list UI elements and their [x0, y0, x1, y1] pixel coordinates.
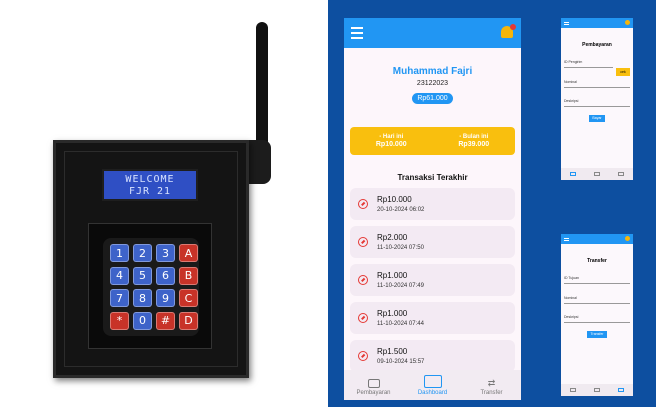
history-amount: Rp1.000	[377, 271, 408, 280]
history-date: 09-10-2024 15:57	[377, 359, 425, 365]
history-date: 11-10-2024 07:50	[377, 245, 424, 251]
mini-app-bar	[561, 18, 633, 28]
key-4[interactable]: 4	[110, 266, 129, 285]
dashboard-screen: Muhammad Fajri 23122023 Rp61.000 - Hari …	[344, 18, 521, 400]
stat-today-value: Rp10.000	[375, 141, 407, 148]
card-icon[interactable]	[570, 388, 576, 392]
history-amount: Rp10.000	[377, 195, 412, 204]
user-name: Muhammad Fajri	[392, 66, 473, 77]
outgoing-icon	[358, 199, 368, 209]
key-7[interactable]: 7	[110, 289, 129, 307]
pembayaran-screen: Pembayaran cek ID Pengirim Nominal Deskr…	[561, 18, 633, 180]
bottom-nav: Pembayaran Dashboard ⇄ Transfer	[344, 370, 521, 400]
key-0[interactable]: 0	[133, 311, 152, 330]
transfer-button[interactable]: Transfer	[587, 330, 607, 338]
history-date: 20-10-2024 06:02	[377, 207, 425, 213]
key-star[interactable]: *	[110, 311, 129, 330]
app-bar	[344, 18, 521, 48]
card-icon	[367, 379, 380, 388]
sender-id-field[interactable]: ID Pengirim	[564, 60, 633, 64]
key-8[interactable]: 8	[133, 289, 152, 307]
mini-app-bar	[561, 234, 633, 244]
history-title: Transaksi Terakhir	[397, 173, 468, 182]
dashboard-icon[interactable]	[594, 388, 600, 392]
dashboard-icon[interactable]	[594, 172, 600, 176]
menu-icon[interactable]	[351, 27, 363, 42]
list-item[interactable]: Rp10.000 20-10-2024 06:02	[350, 188, 515, 220]
list-item[interactable]: Rp1.500 09-10-2024 15:57	[350, 340, 515, 372]
transfer-icon[interactable]	[618, 388, 624, 392]
transfer-screen: Transfer ID Tujuan Nominal Deskripsi Tra…	[561, 234, 633, 396]
outgoing-icon	[358, 313, 368, 323]
outgoing-icon	[358, 237, 368, 247]
nav-pembayaran-label: Pembayaran	[356, 390, 391, 396]
swap-arrows-icon: ⇄	[487, 378, 496, 388]
transfer-title: Transfer	[587, 258, 607, 264]
nav-dashboard[interactable]: Dashboard	[408, 375, 458, 396]
nav-transfer[interactable]: ⇄ Transfer	[467, 378, 517, 397]
amount-field[interactable]: Nominal	[564, 80, 633, 84]
stat-month: - Bulan ini Rp39.000	[458, 133, 489, 149]
keypad: 1 2 3 A 4 5 6 B 7 8 9 C * 0 # D	[103, 238, 199, 336]
key-9[interactable]: 9	[156, 289, 175, 307]
device-case: WELCOME FJR 21 1 2 3 A 4 5 6 B 7 8 9 C *…	[53, 140, 249, 378]
pay-button[interactable]: Bayar	[589, 114, 605, 122]
balance-badge: Rp61.000	[412, 93, 453, 104]
outgoing-icon	[358, 351, 368, 361]
stat-today-label: - Hari ini	[379, 134, 404, 140]
dashboard-card-icon	[423, 375, 442, 388]
key-d[interactable]: D	[179, 311, 198, 330]
key-1[interactable]: 1	[110, 244, 129, 262]
key-b[interactable]: B	[179, 266, 198, 285]
nav-transfer-label: Transfer	[480, 390, 503, 396]
amount-field[interactable]: Nominal	[564, 296, 633, 300]
history-date: 11-10-2024 07:44	[377, 321, 424, 327]
lcd-line-1: WELCOME	[125, 174, 175, 185]
stats-card: - Hari ini Rp10.000 - Bulan ini Rp39.000	[350, 127, 515, 155]
nav-pembayaran[interactable]: Pembayaran	[349, 379, 399, 396]
key-2[interactable]: 2	[133, 244, 152, 262]
history-date: 11-10-2024 07:49	[377, 283, 424, 289]
device-photo: WELCOME FJR 21 1 2 3 A 4 5 6 B 7 8 9 C *…	[0, 0, 328, 407]
card-icon[interactable]	[570, 172, 576, 176]
list-item[interactable]: Rp1.000 11-10-2024 07:49	[350, 264, 515, 296]
key-c[interactable]: C	[179, 289, 198, 307]
user-id: 23122023	[416, 80, 449, 87]
key-a[interactable]: A	[179, 244, 198, 262]
mini-bottom-nav	[561, 168, 633, 180]
key-hash[interactable]: #	[156, 311, 175, 330]
app-screens-panel: Muhammad Fajri 23122023 Rp61.000 - Hari …	[328, 0, 656, 407]
stat-month-value: Rp39.000	[458, 141, 490, 148]
key-6[interactable]: 6	[156, 266, 175, 285]
target-id-field[interactable]: ID Tujuan	[564, 276, 633, 280]
stat-month-label: - Bulan ini	[459, 134, 489, 140]
cek-button[interactable]: cek	[616, 68, 630, 76]
history-list: Rp10.000 20-10-2024 06:02 Rp2.000 11-10-…	[344, 188, 521, 372]
profile-section: Muhammad Fajri 23122023 Rp61.000	[344, 48, 521, 105]
notification-dot	[510, 24, 516, 30]
pembayaran-title: Pembayaran	[582, 42, 612, 48]
history-amount: Rp2.000	[377, 233, 408, 242]
stat-today: - Hari ini Rp10.000	[376, 133, 407, 149]
description-field[interactable]: Deskripsi	[564, 315, 633, 319]
transfer-icon[interactable]	[618, 172, 624, 176]
key-3[interactable]: 3	[156, 244, 175, 262]
nav-dashboard-label: Dashboard	[417, 390, 448, 396]
list-item[interactable]: Rp1.000 11-10-2024 07:44	[350, 302, 515, 334]
history-amount: Rp1.500	[377, 347, 408, 356]
lcd-display: WELCOME FJR 21	[102, 169, 198, 201]
outgoing-icon	[358, 275, 368, 285]
list-item[interactable]: Rp2.000 11-10-2024 07:50	[350, 226, 515, 258]
history-amount: Rp1.000	[377, 309, 408, 318]
mini-bottom-nav	[561, 384, 633, 396]
description-field[interactable]: Deskripsi	[564, 99, 633, 103]
keypad-holder: 1 2 3 A 4 5 6 B 7 8 9 C * 0 # D	[88, 223, 212, 349]
lcd-line-2: FJR 21	[128, 186, 172, 197]
key-5[interactable]: 5	[133, 266, 152, 285]
